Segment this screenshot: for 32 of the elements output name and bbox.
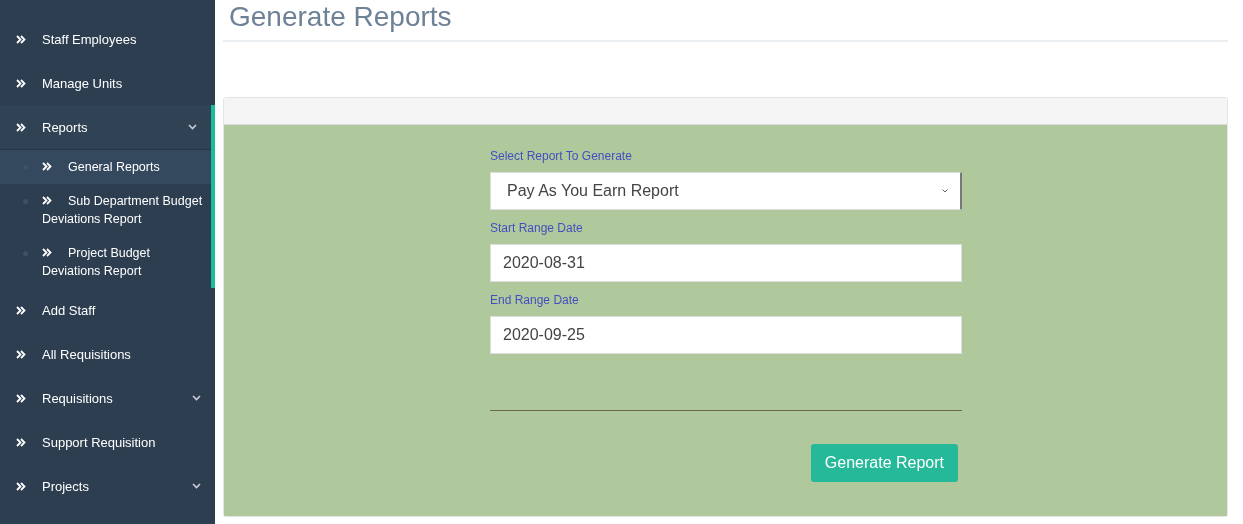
sidebar-item[interactable]: Requisitions [0, 376, 215, 420]
sidebar-item[interactable]: Projects [0, 464, 215, 508]
submenu-item[interactable]: Sub Department Budget Deviations Report [0, 184, 211, 236]
caret-icon [192, 483, 201, 489]
submenu-item[interactable]: General Reports [0, 150, 211, 184]
double-chevron-icon [16, 437, 26, 447]
double-chevron-icon [16, 305, 26, 315]
field-label: Select Report To Generate [490, 149, 633, 163]
caret-icon [192, 395, 201, 401]
double-chevron-icon [16, 78, 26, 88]
date-field[interactable]: 2020-09-25 [490, 316, 962, 354]
double-chevron-icon [16, 481, 26, 491]
field-label: End Range Date [490, 293, 580, 307]
double-chevron-icon [42, 162, 52, 171]
sidebar-item[interactable]: Add Staff [0, 288, 215, 332]
field-label: Start Range Date [490, 221, 584, 235]
double-chevron-icon [16, 34, 26, 44]
sidebar-item[interactable]: Manage Units [0, 61, 215, 105]
date-field[interactable]: 2020-08-31 [490, 244, 962, 282]
page-title: Generate Reports [223, 0, 1228, 42]
sidebar-item[interactable]: Support Requisition [0, 420, 215, 464]
sidebar-item[interactable]: All Requisitions [0, 332, 215, 376]
double-chevron-icon [16, 393, 26, 403]
report-select[interactable]: Pay As You Earn Report [490, 172, 962, 210]
double-chevron-icon [42, 248, 52, 257]
caret-icon [188, 124, 197, 130]
double-chevron-icon [42, 196, 52, 205]
double-chevron-icon [16, 122, 26, 132]
caret-icon [942, 189, 948, 193]
double-chevron-icon [16, 349, 26, 359]
submenu-item[interactable]: Project Budget Deviations Report [0, 236, 211, 288]
sidebar-item[interactable]: Staff Employees [0, 17, 215, 61]
